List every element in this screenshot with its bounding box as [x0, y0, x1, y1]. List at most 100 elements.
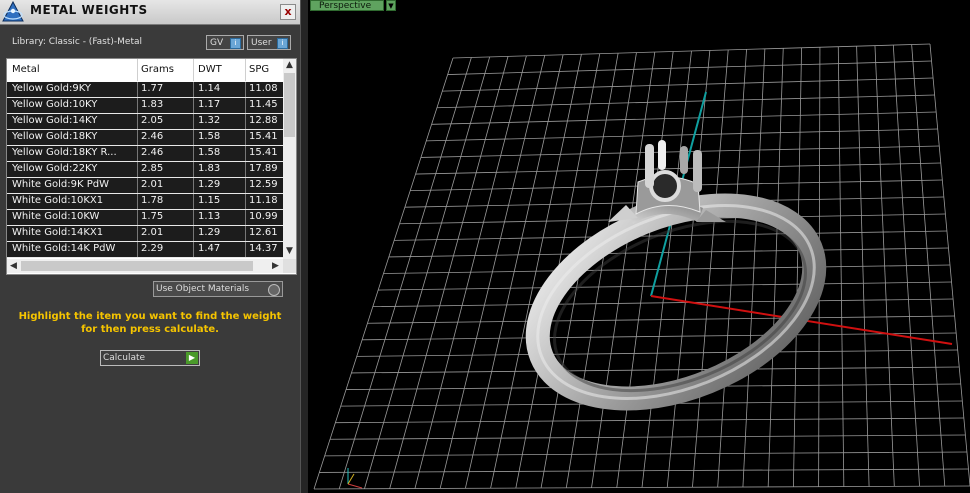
gv-filter-dropdown[interactable]: GV i	[206, 35, 244, 50]
column-header-grams[interactable]: Grams	[141, 64, 174, 75]
cell-divider	[193, 242, 194, 257]
horizontal-scrollbar[interactable]: ◀ ▶	[7, 259, 283, 273]
cell-divider	[245, 162, 246, 177]
table-row[interactable]: White Gold:14K PdW 2.29 1.47 14.37	[7, 242, 283, 258]
column-divider[interactable]	[245, 59, 246, 81]
cell-spg: 14.37	[249, 243, 278, 254]
cell-dwt: 1.14	[198, 83, 221, 94]
cell-grams: 2.01	[141, 179, 164, 190]
cell-grams: 2.46	[141, 147, 164, 158]
cell-divider	[193, 98, 194, 113]
cell-divider	[245, 242, 246, 257]
cell-divider	[193, 162, 194, 177]
use-object-materials-toggle[interactable]: Use Object Materials	[153, 281, 283, 297]
cell-metal: Yellow Gold:9KY	[12, 83, 91, 94]
cell-spg: 17.89	[249, 163, 278, 174]
cell-divider	[245, 210, 246, 225]
scroll-up-icon[interactable]: ▲	[283, 59, 296, 72]
calculate-button[interactable]: Calculate ▶	[100, 350, 200, 366]
table-row[interactable]: White Gold:14KX1 2.01 1.29 12.61	[7, 226, 283, 242]
table-row[interactable]: Yellow Gold:18KY 2.46 1.58 15.41	[7, 130, 283, 146]
cell-divider	[137, 210, 138, 225]
close-button[interactable]: x	[280, 4, 296, 20]
axis-gizmo-icon	[347, 468, 363, 489]
scroll-thumb[interactable]	[21, 261, 253, 271]
table-row[interactable]: Yellow Gold:9KY 1.77 1.14 11.08	[7, 82, 283, 98]
table-row[interactable]: Yellow Gold:10KY 1.83 1.17 11.45	[7, 98, 283, 114]
radio-icon[interactable]	[268, 284, 280, 296]
scroll-right-icon[interactable]: ▶	[269, 260, 282, 273]
cell-metal: White Gold:14K PdW	[12, 243, 116, 254]
view-mode-button[interactable]: Perspective	[310, 0, 384, 11]
column-header-dwt[interactable]: DWT	[198, 64, 222, 75]
cell-divider	[193, 114, 194, 129]
calculate-label: Calculate	[103, 353, 146, 363]
cell-divider	[245, 146, 246, 161]
cell-metal: White Gold:10KX1	[12, 195, 104, 206]
cell-grams: 2.85	[141, 163, 164, 174]
table-row[interactable]: White Gold:10KX1 1.78 1.15 11.18	[7, 194, 283, 210]
cell-dwt: 1.29	[198, 179, 221, 190]
cell-metal: White Gold:10KW	[12, 211, 100, 222]
metal-table: Metal Grams DWT SPG Yellow Gold:9KY 1.77 1…	[6, 58, 297, 275]
cell-spg: 12.88	[249, 115, 278, 126]
table-body: Yellow Gold:9KY 1.77 1.14 11.08 Yellow Gold:…	[7, 82, 283, 258]
cell-spg: 11.08	[249, 83, 278, 94]
cell-metal: Yellow Gold:18KY R...	[12, 147, 117, 158]
cell-spg: 10.99	[249, 211, 278, 222]
cell-divider	[193, 82, 194, 97]
cell-divider	[193, 178, 194, 193]
cell-grams: 1.78	[141, 195, 164, 206]
cell-metal: Yellow Gold:10KY	[12, 99, 98, 110]
cell-metal: Yellow Gold:14KY	[12, 115, 98, 126]
scroll-thumb[interactable]	[284, 73, 295, 137]
scroll-left-icon[interactable]: ◀	[7, 260, 20, 273]
cell-divider	[137, 242, 138, 257]
column-header-spg[interactable]: SPG	[249, 64, 269, 75]
cell-dwt: 1.47	[198, 243, 221, 254]
table-row[interactable]: Yellow Gold:22KY 2.85 1.83 17.89	[7, 162, 283, 178]
scroll-down-icon[interactable]: ▼	[283, 245, 296, 258]
cell-divider	[245, 98, 246, 113]
cell-dwt: 1.58	[198, 147, 221, 158]
perspective-viewport[interactable]: Perspective ▼	[308, 0, 970, 493]
cell-metal: Yellow Gold:22KY	[12, 163, 98, 174]
metal-weights-panel: METAL WEIGHTS x Library: Classic - (Fast…	[0, 0, 300, 493]
cell-divider	[137, 114, 138, 129]
cell-divider	[193, 210, 194, 225]
table-row[interactable]: White Gold:10KW 1.75 1.13 10.99	[7, 210, 283, 226]
cell-grams: 2.01	[141, 227, 164, 238]
table-row[interactable]: Yellow Gold:18KY R... 2.46 1.58 15.41	[7, 146, 283, 162]
cell-dwt: 1.58	[198, 131, 221, 142]
cell-divider	[245, 194, 246, 209]
cell-divider	[245, 178, 246, 193]
column-divider[interactable]	[137, 59, 138, 81]
column-header-metal[interactable]: Metal	[12, 64, 40, 75]
scroll-corner	[283, 259, 296, 273]
cell-spg: 15.41	[249, 147, 278, 158]
table-row[interactable]: Yellow Gold:14KY 2.05 1.32 12.88	[7, 114, 283, 130]
cell-dwt: 1.29	[198, 227, 221, 238]
cell-metal: White Gold:9K PdW	[12, 179, 109, 190]
cell-divider	[137, 162, 138, 177]
vertical-scrollbar[interactable]: ▲ ▼	[283, 59, 296, 259]
cell-divider	[137, 178, 138, 193]
cell-dwt: 1.15	[198, 195, 221, 206]
viewport-scene	[313, 43, 970, 490]
chevron-down-icon[interactable]: ▼	[386, 0, 396, 11]
ground-grid	[313, 43, 970, 490]
cell-grams: 1.77	[141, 83, 164, 94]
cell-divider	[245, 82, 246, 97]
play-arrow-icon: ▶	[186, 352, 198, 364]
column-divider[interactable]	[193, 59, 194, 81]
cell-dwt: 1.32	[198, 115, 221, 126]
table-row[interactable]: White Gold:9K PdW 2.01 1.29 12.59	[7, 178, 283, 194]
user-filter-dropdown[interactable]: User i	[247, 35, 291, 50]
ring-model[interactable]	[509, 140, 842, 436]
use-object-materials-label: Use Object Materials	[156, 284, 250, 294]
cell-spg: 15.41	[249, 131, 278, 142]
cell-dwt: 1.17	[198, 99, 221, 110]
panel-titlebar: METAL WEIGHTS x	[0, 0, 300, 25]
user-filter-label: User	[251, 38, 272, 48]
cell-divider	[245, 226, 246, 241]
